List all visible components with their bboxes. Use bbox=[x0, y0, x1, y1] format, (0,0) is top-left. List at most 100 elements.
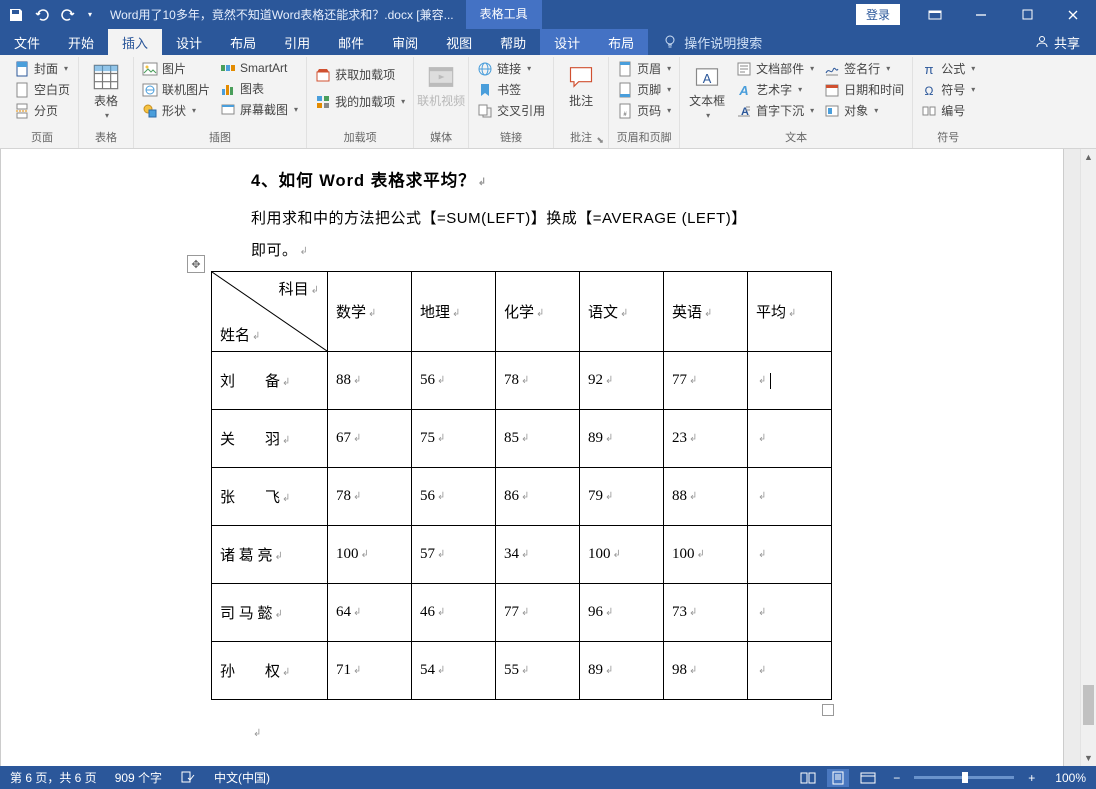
table-data-cell[interactable]: 71↲ bbox=[328, 642, 412, 700]
zoom-out-button[interactable]: − bbox=[887, 771, 906, 785]
table-header-cell[interactable]: 语文↲ bbox=[580, 272, 664, 352]
read-mode-icon[interactable] bbox=[797, 769, 819, 787]
table-data-cell[interactable]: ↲ bbox=[748, 584, 832, 642]
table-data-cell[interactable]: 100↲ bbox=[664, 526, 748, 584]
hyperlink-button[interactable]: 链接▾ bbox=[475, 59, 533, 78]
zoom-slider-thumb[interactable] bbox=[962, 772, 968, 783]
table-data-cell[interactable]: 77↲ bbox=[664, 352, 748, 410]
table-data-cell[interactable]: 88↲ bbox=[328, 352, 412, 410]
table-data-cell[interactable]: 98↲ bbox=[664, 642, 748, 700]
table-data-cell[interactable]: 56↲ bbox=[412, 352, 496, 410]
tab-mailings[interactable]: 邮件 bbox=[324, 29, 378, 55]
table-data-cell[interactable]: 88↲ bbox=[664, 468, 748, 526]
table-data-cell[interactable]: 73↲ bbox=[664, 584, 748, 642]
tab-review[interactable]: 审阅 bbox=[378, 29, 432, 55]
table-header-cell[interactable]: 平均↲ bbox=[748, 272, 832, 352]
shapes-button[interactable]: 形状▾ bbox=[140, 101, 198, 120]
table-corner-cell[interactable]: 科目↲姓名↲ bbox=[212, 272, 328, 352]
comments-launcher[interactable]: ⬊ bbox=[594, 134, 606, 146]
table-data-cell[interactable]: 85↲ bbox=[496, 410, 580, 468]
scroll-down-icon[interactable]: ▼ bbox=[1081, 750, 1096, 766]
pictures-button[interactable]: 图片 bbox=[140, 59, 188, 78]
zoom-percentage[interactable]: 100% bbox=[1055, 771, 1086, 785]
print-layout-icon[interactable] bbox=[827, 769, 849, 787]
tab-design[interactable]: 设计 bbox=[162, 29, 216, 55]
table-button[interactable]: 表格▾ bbox=[85, 59, 127, 122]
table-data-cell[interactable]: 78↲ bbox=[328, 468, 412, 526]
status-word-count[interactable]: 909 个字 bbox=[115, 769, 162, 786]
table-data-cell[interactable]: 64↲ bbox=[328, 584, 412, 642]
signature-line-button[interactable]: 签名行▾ bbox=[822, 59, 892, 78]
status-language[interactable]: 中文(中国) bbox=[214, 769, 270, 786]
table-data-cell[interactable]: ↲ bbox=[748, 410, 832, 468]
quick-parts-button[interactable]: 文档部件▾ bbox=[734, 59, 816, 78]
table-name-cell[interactable]: 张 飞↲ bbox=[212, 468, 328, 526]
table-data-cell[interactable]: 78↲ bbox=[496, 352, 580, 410]
table-data-cell[interactable]: 23↲ bbox=[664, 410, 748, 468]
close-icon[interactable] bbox=[1050, 0, 1096, 29]
table-data-cell[interactable]: 79↲ bbox=[580, 468, 664, 526]
table-data-cell[interactable]: 100↲ bbox=[580, 526, 664, 584]
wordart-button[interactable]: A艺术字▾ bbox=[734, 80, 804, 99]
document-page[interactable]: 4、如何 Word 表格求平均？↲ 利用求和中的方法把公式【=SUM(LEFT)… bbox=[0, 149, 1064, 766]
undo-icon[interactable] bbox=[34, 7, 50, 23]
equation-button[interactable]: π公式▾ bbox=[919, 59, 977, 78]
symbol-button[interactable]: Ω符号▾ bbox=[919, 80, 977, 99]
table-data-cell[interactable]: 54↲ bbox=[412, 642, 496, 700]
table-data-cell[interactable]: 46↲ bbox=[412, 584, 496, 642]
table-name-cell[interactable]: 诸 葛 亮↲ bbox=[212, 526, 328, 584]
date-time-button[interactable]: 日期和时间 bbox=[822, 80, 906, 99]
minimize-icon[interactable] bbox=[958, 0, 1004, 29]
blank-page-button[interactable]: 空白页 bbox=[12, 80, 72, 99]
table-data-cell[interactable]: 89↲ bbox=[580, 410, 664, 468]
table-header-cell[interactable]: 英语↲ bbox=[664, 272, 748, 352]
tab-insert[interactable]: 插入 bbox=[108, 29, 162, 55]
table-name-cell[interactable]: 关 羽↲ bbox=[212, 410, 328, 468]
status-spellcheck-icon[interactable] bbox=[180, 770, 196, 786]
table-data-cell[interactable]: ↲ bbox=[748, 468, 832, 526]
scroll-up-icon[interactable]: ▲ bbox=[1081, 149, 1096, 165]
my-addins-button[interactable]: 我的加载项▾ bbox=[313, 92, 407, 111]
bookmark-button[interactable]: 书签 bbox=[475, 80, 523, 99]
table-name-cell[interactable]: 司 马 懿↲ bbox=[212, 584, 328, 642]
table-data-cell[interactable]: 92↲ bbox=[580, 352, 664, 410]
vertical-scrollbar[interactable]: ▲ ▼ bbox=[1080, 149, 1096, 766]
table-data-cell[interactable]: 89↲ bbox=[580, 642, 664, 700]
comment-button[interactable]: 批注 bbox=[560, 59, 602, 109]
tab-home[interactable]: 开始 bbox=[54, 29, 108, 55]
table-data-cell[interactable]: 67↲ bbox=[328, 410, 412, 468]
table-data-cell[interactable]: 86↲ bbox=[496, 468, 580, 526]
table-data-cell[interactable]: 34↲ bbox=[496, 526, 580, 584]
qat-customize-icon[interactable]: ▾ bbox=[88, 10, 92, 19]
redo-icon[interactable] bbox=[60, 7, 76, 23]
smartart-button[interactable]: SmartArt bbox=[218, 59, 289, 77]
page-number-button[interactable]: #页码▾ bbox=[615, 101, 673, 120]
number-button[interactable]: 编号 bbox=[919, 101, 967, 120]
table-header-cell[interactable]: 化学↲ bbox=[496, 272, 580, 352]
zoom-slider[interactable] bbox=[914, 776, 1014, 779]
ribbon-display-options-icon[interactable] bbox=[912, 0, 958, 29]
textbox-button[interactable]: A文本框▾ bbox=[686, 59, 728, 122]
maximize-icon[interactable] bbox=[1004, 0, 1050, 29]
table-data-cell[interactable]: 55↲ bbox=[496, 642, 580, 700]
table-name-cell[interactable]: 孙 权↲ bbox=[212, 642, 328, 700]
table-data-cell[interactable]: 100↲ bbox=[328, 526, 412, 584]
table-data-cell[interactable]: 96↲ bbox=[580, 584, 664, 642]
table-header-cell[interactable]: 数学↲ bbox=[328, 272, 412, 352]
online-pictures-button[interactable]: 联机图片 bbox=[140, 80, 212, 99]
table-data-cell[interactable]: ↲ bbox=[748, 642, 832, 700]
tab-table-layout[interactable]: 布局 bbox=[594, 29, 648, 55]
tab-help[interactable]: 帮助 bbox=[486, 29, 540, 55]
page-break-button[interactable]: 分页 bbox=[12, 101, 60, 120]
table-data-cell[interactable]: ↲ bbox=[748, 352, 832, 410]
tab-references[interactable]: 引用 bbox=[270, 29, 324, 55]
get-addins-button[interactable]: 获取加载项 bbox=[313, 65, 397, 84]
footer-button[interactable]: 页脚▾ bbox=[615, 80, 673, 99]
tab-view[interactable]: 视图 bbox=[432, 29, 486, 55]
status-page[interactable]: 第 6 页，共 6 页 bbox=[10, 769, 97, 786]
cover-page-button[interactable]: 封面▾ bbox=[12, 59, 70, 78]
tab-layout[interactable]: 布局 bbox=[216, 29, 270, 55]
table-move-handle[interactable]: ✥ bbox=[187, 255, 205, 273]
scrollbar-thumb[interactable] bbox=[1083, 685, 1094, 725]
table-data-cell[interactable]: 75↲ bbox=[412, 410, 496, 468]
